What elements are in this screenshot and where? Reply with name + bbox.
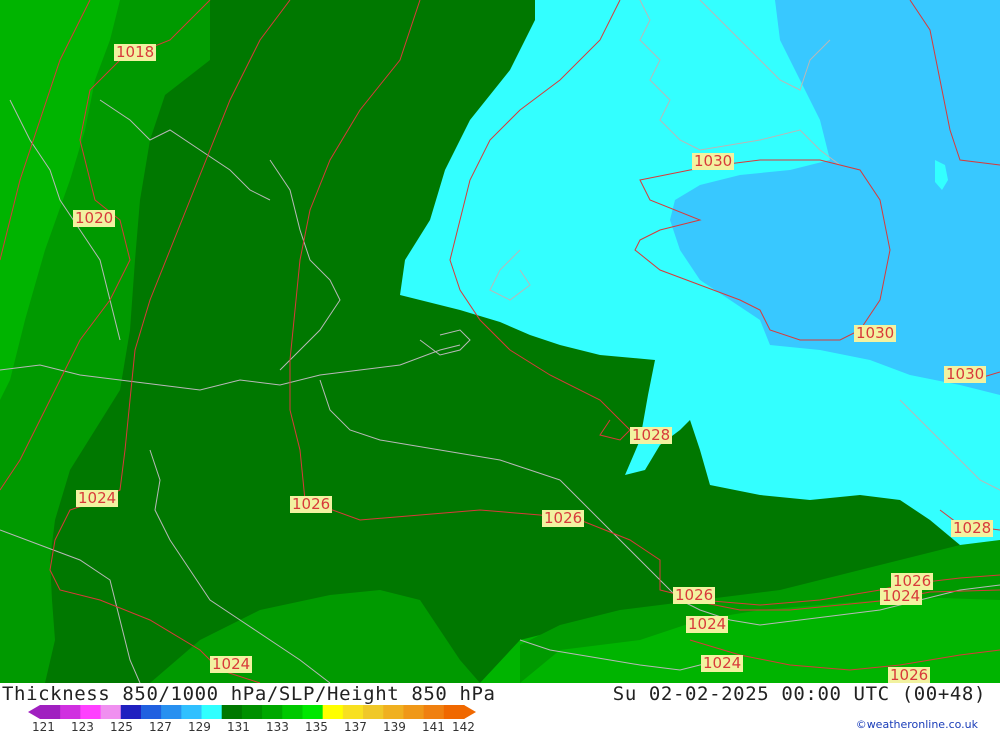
isobar-label-1026-east: 1026 (542, 509, 585, 527)
scale-swatch (181, 705, 203, 719)
isobar-label-1030-east: 1030 (854, 324, 897, 342)
scale-arrow-right (464, 705, 476, 719)
isobar-label-1018: 1018 (114, 43, 157, 61)
scale-swatch (161, 705, 182, 719)
map-title: Thickness 850/1000 hPa/SLP/Height 850 hP… (2, 683, 496, 705)
isobar-label-1024-bottom: 1024 (701, 654, 744, 672)
isobar-label-1028-edge: 1028 (951, 519, 994, 537)
scale-swatch (60, 705, 81, 719)
isobar-label-1026-bottom: 1026 (888, 666, 931, 684)
weather-map (0, 0, 1000, 683)
isobar-label-1026-center: 1026 (290, 495, 333, 513)
scale-tick-label: 123 (71, 720, 94, 734)
scale-tick-label: 133 (266, 720, 289, 734)
isobar-label-1030-edge: 1030 (944, 365, 987, 383)
scale-arrow-left (28, 705, 40, 719)
scale-tick-label: 139 (383, 720, 406, 734)
scale-tick-label: 142 (452, 720, 475, 734)
isobar-label-1024-southeast: 1024 (880, 587, 923, 605)
scale-swatch (443, 705, 465, 719)
isobar-label-1028-center: 1028 (630, 426, 673, 444)
scale-swatch (221, 705, 243, 719)
color-scale-bar (28, 705, 476, 719)
scale-swatch (241, 705, 263, 719)
scale-swatch (120, 705, 142, 719)
isobar-label-1026-south: 1026 (673, 586, 716, 604)
isobar-label-1020: 1020 (73, 209, 116, 227)
color-scale-ticks: 121 123 125 127 129 131 133 135 137 139 141 142 (28, 720, 498, 734)
scale-swatch (383, 705, 404, 719)
scale-tick-label: 125 (110, 720, 133, 734)
scale-swatch (80, 705, 102, 719)
scale-swatch (423, 705, 445, 719)
scale-swatch (140, 705, 162, 719)
scale-tick-label: 131 (227, 720, 250, 734)
scale-swatch (403, 705, 425, 719)
scale-swatch (342, 705, 364, 719)
footer: Thickness 850/1000 hPa/SLP/Height 850 hP… (0, 683, 1000, 734)
scale-swatch (40, 705, 61, 719)
scale-swatch (201, 705, 223, 719)
scale-tick-label: 137 (344, 720, 367, 734)
scale-swatch (100, 705, 122, 719)
isobar-label-1030-north: 1030 (692, 152, 735, 170)
scale-tick-label: 127 (149, 720, 172, 734)
scale-tick-label: 135 (305, 720, 328, 734)
scale-tick-label: 141 (422, 720, 445, 734)
scale-swatch (302, 705, 324, 719)
scale-swatch (262, 705, 283, 719)
scale-tick-label: 121 (32, 720, 55, 734)
scale-swatch (282, 705, 303, 719)
isobar-label-1024-southcenter: 1024 (686, 615, 729, 633)
forecast-datetime: Su 02-02-2025 00:00 UTC (00+48) (612, 683, 986, 705)
isobar-label-1024-west: 1024 (76, 489, 119, 507)
scale-swatch (363, 705, 384, 719)
scale-swatch (322, 705, 344, 719)
credit-text: ©weatheronline.co.uk (855, 718, 978, 731)
isobar-label-1024-south: 1024 (210, 655, 253, 673)
scale-tick-label: 129 (188, 720, 211, 734)
